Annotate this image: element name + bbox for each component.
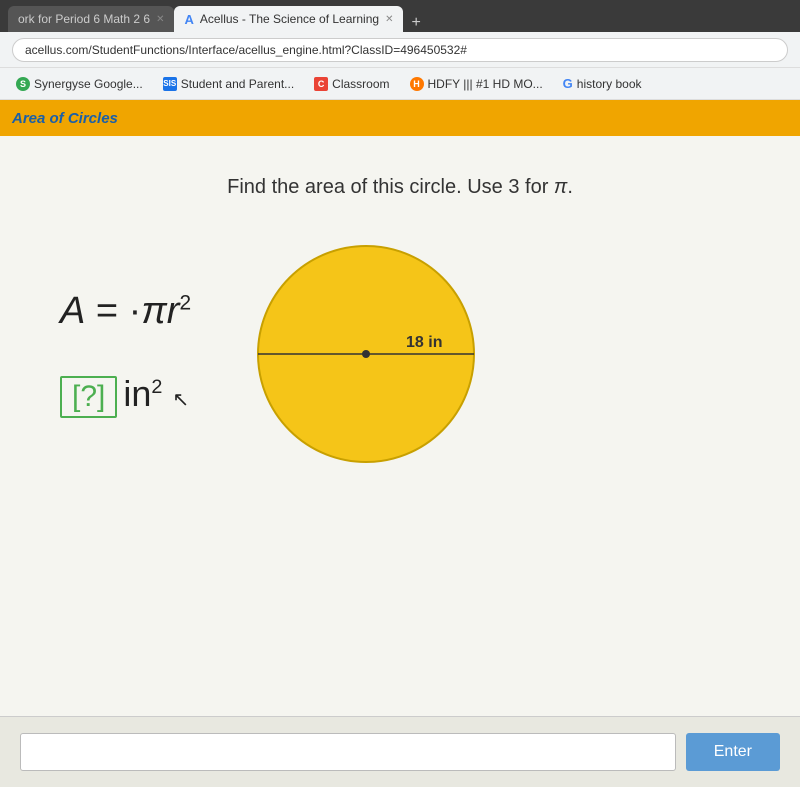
page-title: Area of Circles xyxy=(12,110,118,127)
content-area: A = ·πr2 [?] in2 ↖ 18 in xyxy=(40,239,760,469)
circle-svg: 18 in xyxy=(251,239,481,469)
page-header: Area of Circles xyxy=(0,100,800,136)
formula-pi: π xyxy=(141,290,166,332)
bookmarks-bar: S Synergyse Google... SIS Student and Pa… xyxy=(0,68,800,100)
bookmark-label: Synergyse Google... xyxy=(34,77,143,91)
answer-display: [?] in2 ↖ xyxy=(60,373,191,418)
acellus-favicon: A xyxy=(184,12,193,27)
new-tab-button[interactable]: + xyxy=(403,14,428,32)
pi-symbol: π xyxy=(554,176,567,198)
radius-label: 18 in xyxy=(406,334,442,351)
answer-unit: in2 xyxy=(123,373,162,415)
tab-close-icon[interactable]: ✕ xyxy=(156,14,164,25)
bookmark-classroom[interactable]: C Classroom xyxy=(306,74,397,94)
bottom-bar: Enter xyxy=(0,716,800,787)
bookmark-label: Student and Parent... xyxy=(181,77,294,91)
sis-icon: SIS xyxy=(163,77,177,91)
formula-r: r xyxy=(167,290,180,332)
address-input[interactable]: acellus.com/StudentFunctions/Interface/a… xyxy=(12,38,788,62)
main-content: Find the area of this circle. Use 3 for … xyxy=(0,136,800,716)
hdfy-icon: H xyxy=(410,77,424,91)
problem-text: Find the area of this circle. Use 3 for … xyxy=(40,176,760,199)
tab-label: ork for Period 6 Math 2 6 xyxy=(18,12,150,26)
bookmark-hdfy[interactable]: H HDFY ||| #1 HD MO... xyxy=(402,74,551,94)
tab-bar: ork for Period 6 Math 2 6 ✕ A Acellus - … xyxy=(0,0,800,32)
tab-label: Acellus - The Science of Learning xyxy=(200,12,379,26)
tab-close-icon[interactable]: ✕ xyxy=(385,14,393,25)
answer-bracket: [?] xyxy=(60,376,117,418)
formula-a: A xyxy=(60,290,85,332)
formula-display: A = ·πr2 xyxy=(60,290,191,333)
classroom-icon: C xyxy=(314,77,328,91)
enter-button[interactable]: Enter xyxy=(686,733,780,771)
tab-acellus[interactable]: A Acellus - The Science of Learning ✕ xyxy=(174,6,403,32)
bookmark-label: HDFY ||| #1 HD MO... xyxy=(428,77,543,91)
tab-homework[interactable]: ork for Period 6 Math 2 6 ✕ xyxy=(8,6,174,32)
answer-input[interactable] xyxy=(20,733,676,771)
browser-chrome: ork for Period 6 Math 2 6 ✕ A Acellus - … xyxy=(0,0,800,100)
google-icon: G xyxy=(563,76,573,91)
circle-diagram: 18 in xyxy=(251,239,481,469)
bookmark-label: history book xyxy=(577,77,642,91)
bookmark-history[interactable]: G history book xyxy=(555,73,650,94)
address-bar: acellus.com/StudentFunctions/Interface/a… xyxy=(0,32,800,68)
bookmark-synergyse[interactable]: S Synergyse Google... xyxy=(8,74,151,94)
bookmark-student[interactable]: SIS Student and Parent... xyxy=(155,74,302,94)
bookmark-label: Classroom xyxy=(332,77,389,91)
synergyse-icon: S xyxy=(16,77,30,91)
formula-section: A = ·πr2 [?] in2 ↖ xyxy=(60,290,191,418)
cursor-arrow: ↖ xyxy=(172,387,189,412)
